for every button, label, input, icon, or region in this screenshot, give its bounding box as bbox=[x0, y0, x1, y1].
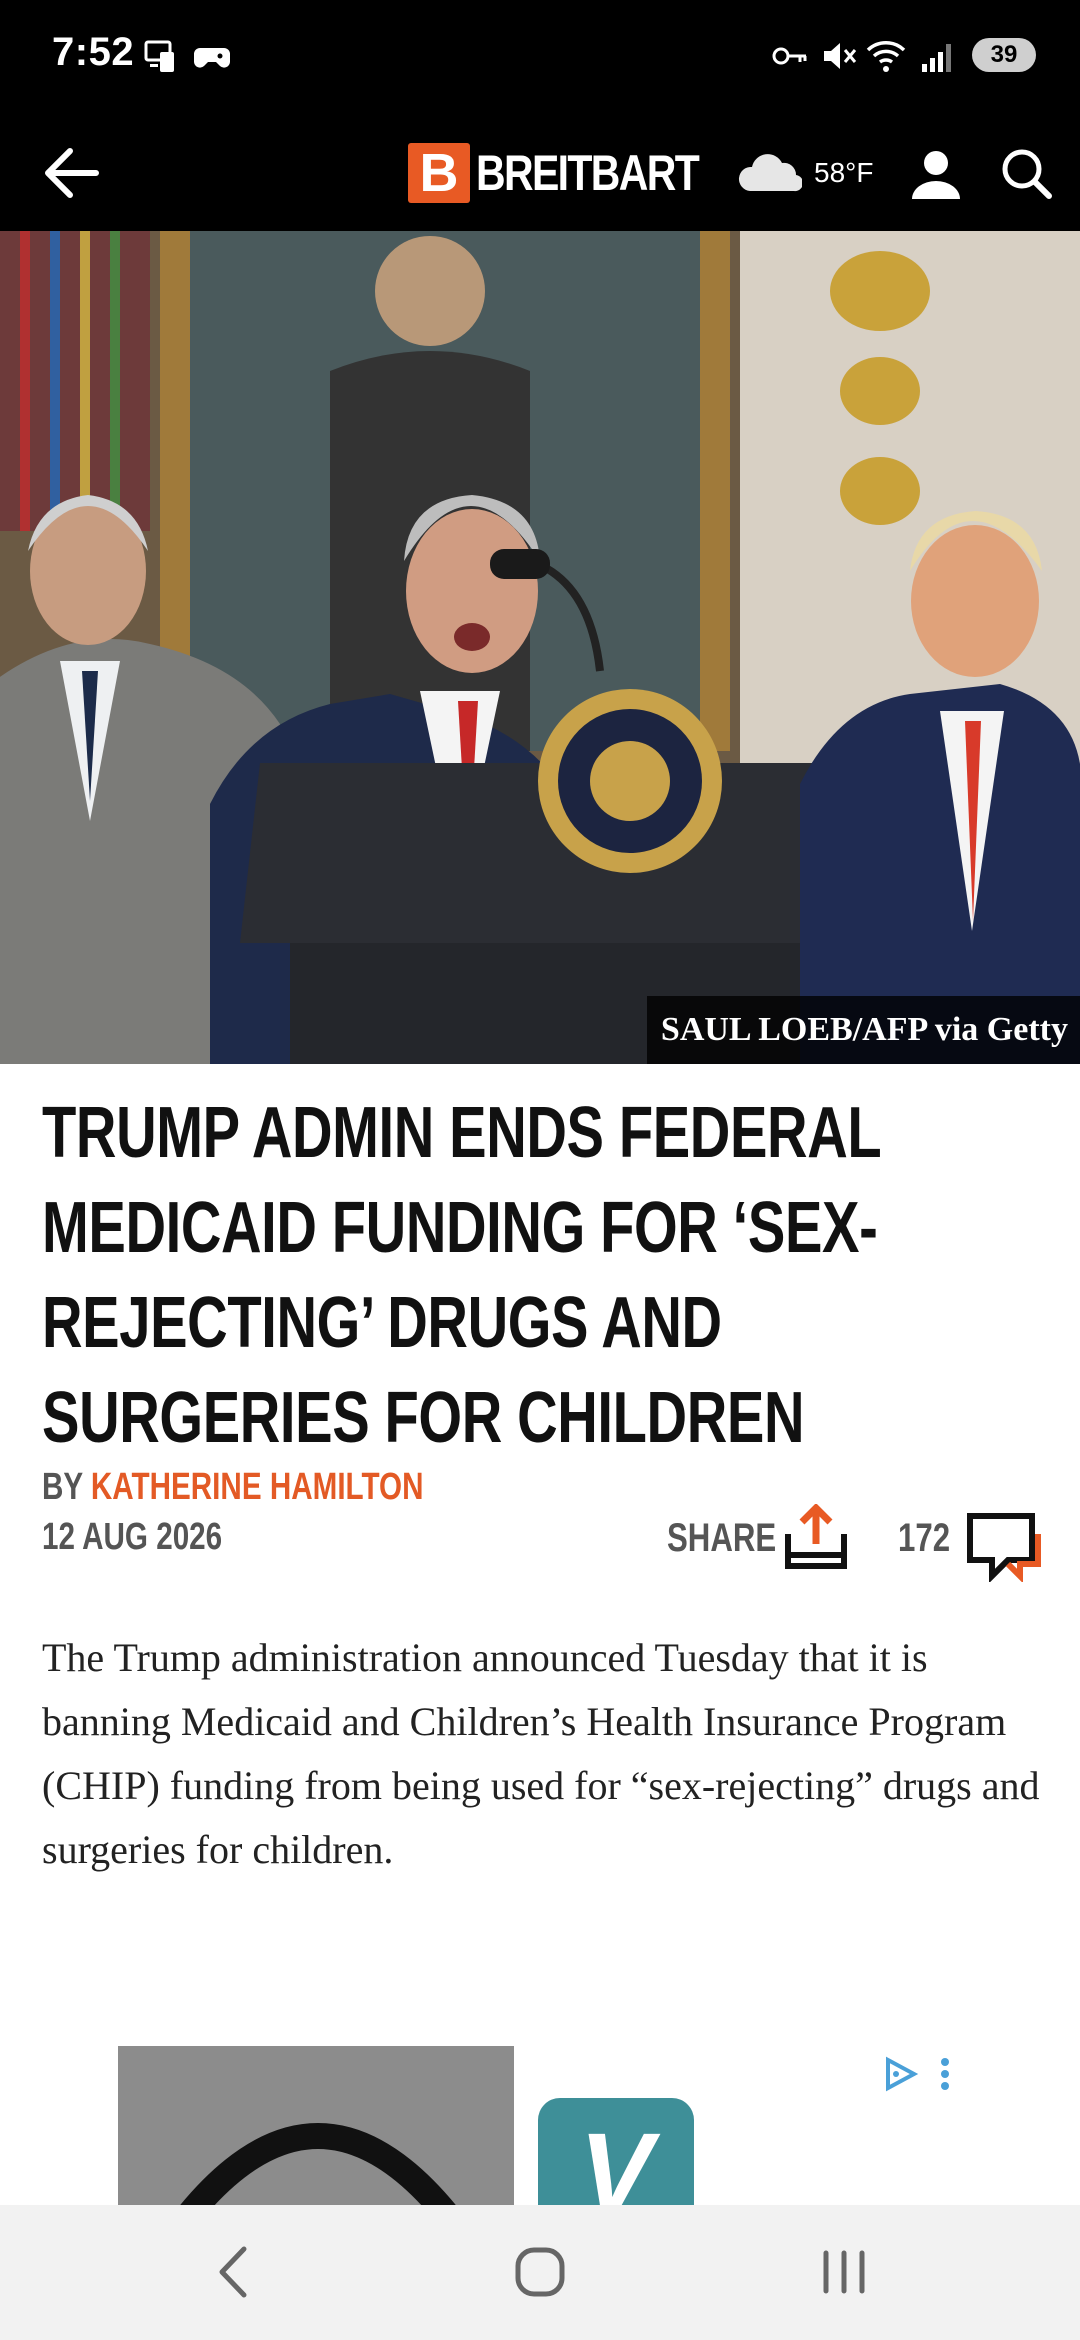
wifi-icon bbox=[866, 41, 906, 72]
photo-credit: SAUL LOEB/AFP via Getty bbox=[646, 996, 1080, 1064]
system-nav-bar bbox=[0, 2205, 1080, 2340]
vpn-key-icon bbox=[772, 47, 807, 65]
article-body: The Trump administration announced Tuesd… bbox=[42, 1635, 1040, 1872]
mute-icon bbox=[824, 43, 857, 69]
nav-recents-icon[interactable] bbox=[804, 2235, 884, 2309]
nav-home-icon[interactable] bbox=[500, 2235, 580, 2309]
adchoices-icon[interactable] bbox=[880, 2054, 920, 2094]
cloud-icon bbox=[739, 154, 802, 192]
app-header: B BREITBART 58°F bbox=[0, 115, 1080, 231]
logo-mark: B bbox=[408, 143, 470, 203]
weather-widget[interactable]: 58°F bbox=[736, 145, 873, 201]
ad-image[interactable] bbox=[118, 2046, 514, 2206]
user-icon[interactable] bbox=[906, 143, 966, 203]
ad-graphic bbox=[118, 2046, 514, 2206]
author-link[interactable]: KATHERINE HAMILTON bbox=[91, 1466, 424, 1508]
byline: BY KATHERINE HAMILTON bbox=[42, 1466, 424, 1509]
battery-indicator: 39 bbox=[972, 38, 1036, 72]
comment-icon[interactable] bbox=[966, 1512, 1042, 1582]
back-arrow-icon[interactable] bbox=[36, 137, 108, 209]
hero-photo bbox=[0, 231, 1080, 1064]
search-icon[interactable] bbox=[996, 143, 1056, 203]
nav-back-icon[interactable] bbox=[196, 2235, 276, 2309]
weather-temperature: 58°F bbox=[814, 157, 874, 188]
share-icon[interactable] bbox=[782, 1504, 850, 1572]
article-headline: TRUMP ADMIN ENDS FEDERAL MEDICAID FUNDIN… bbox=[42, 1093, 881, 1458]
status-bar: 7:52 39 bbox=[0, 0, 1080, 115]
more-options-icon[interactable] bbox=[930, 2054, 960, 2094]
game-controller-icon bbox=[194, 48, 230, 68]
status-time: 7:52 bbox=[52, 30, 135, 74]
logo-text: BREITBART bbox=[476, 145, 700, 201]
signal-icon bbox=[922, 44, 951, 72]
hero-image[interactable]: SAUL LOEB/AFP via Getty bbox=[0, 231, 1080, 1064]
share-label[interactable]: SHARE bbox=[667, 1516, 776, 1561]
comment-count[interactable]: 172 bbox=[898, 1516, 950, 1561]
breitbart-logo[interactable]: B BREITBART bbox=[408, 135, 747, 211]
byline-prefix: BY bbox=[42, 1466, 83, 1508]
publish-date: 12 AUG 2026 bbox=[42, 1516, 223, 1558]
ad-brand-logo[interactable]: V bbox=[538, 2098, 694, 2206]
screen-mirror-icon bbox=[144, 40, 174, 72]
advertisement[interactable]: V bbox=[118, 2046, 968, 2206]
